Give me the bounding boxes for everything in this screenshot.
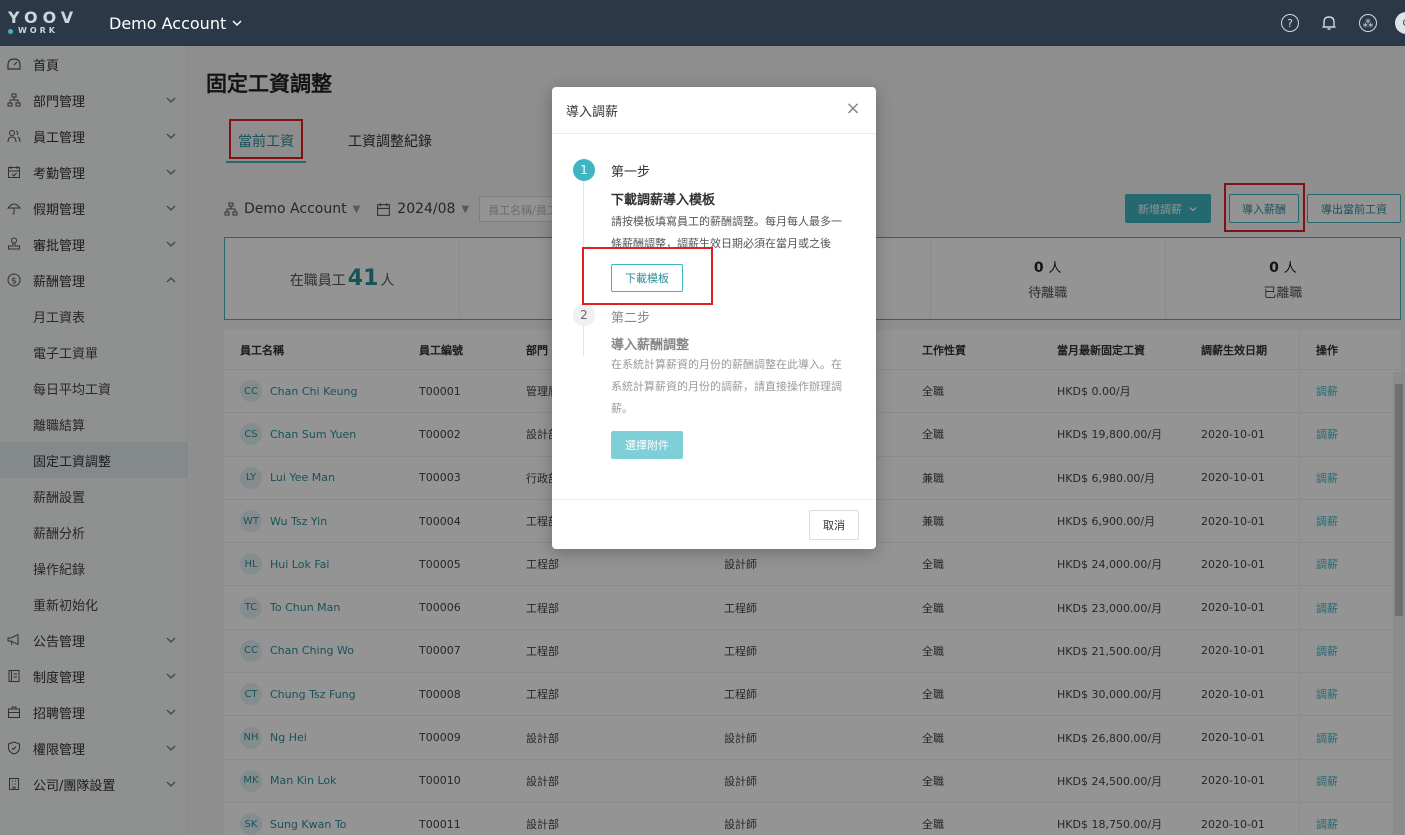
logo-dot-icon xyxy=(8,28,13,34)
chevron-down-icon xyxy=(232,20,242,27)
step-1-indicator: 1 xyxy=(573,159,595,181)
choose-attachment-button[interactable]: 選擇附件 xyxy=(611,431,683,459)
modal-header: 導入調薪 × xyxy=(552,87,876,134)
top-bar: YOOV WORK Demo Account ? ⁂ C xyxy=(0,0,1405,46)
step-1-description: 請按模板填寫員工的薪酬調整。每月每人最多一條薪酬調整，調薪生效日期必須在當月或之… xyxy=(611,215,842,250)
modal-title: 導入調薪 xyxy=(566,104,619,120)
app-logo[interactable]: YOOV WORK xyxy=(0,10,90,36)
step-connector xyxy=(583,170,584,356)
modal-body: 1 第一步 下載調薪導入模板 請按模板填寫員工的薪酬調整。每月每人最多一條薪酬調… xyxy=(552,134,876,499)
step-2-description: 在系統計算薪資的月份的薪酬調整在此導入。在系統計算薪資的月份的調薪，請直接操作辦… xyxy=(611,358,842,415)
user-avatar[interactable]: C xyxy=(1395,12,1405,34)
cancel-button[interactable]: 取消 xyxy=(809,510,859,540)
step-2-label: 第二步 xyxy=(611,311,651,326)
language-icon[interactable]: ⁂ xyxy=(1359,14,1377,32)
modal-footer: 取消 xyxy=(552,499,876,549)
help-icon[interactable]: ? xyxy=(1281,14,1299,32)
step-2-title: 導入薪酬調整 xyxy=(611,338,690,353)
account-switcher[interactable]: Demo Account xyxy=(109,14,242,33)
logo-text: YOOV xyxy=(8,8,79,27)
logo-subtext: WORK xyxy=(18,26,58,35)
import-adjustment-modal: 導入調薪 × 1 第一步 下載調薪導入模板 請按模板填寫員工的薪酬調整。每月每人… xyxy=(552,87,876,549)
close-icon[interactable]: × xyxy=(844,100,862,118)
step-1-label: 第一步 xyxy=(611,165,651,180)
step-2-indicator: 2 xyxy=(573,304,595,326)
bell-icon[interactable] xyxy=(1321,15,1337,31)
account-name: Demo Account xyxy=(109,13,227,33)
download-template-button[interactable]: 下載模板 xyxy=(611,264,683,292)
step-1-title: 下載調薪導入模板 xyxy=(611,193,716,208)
